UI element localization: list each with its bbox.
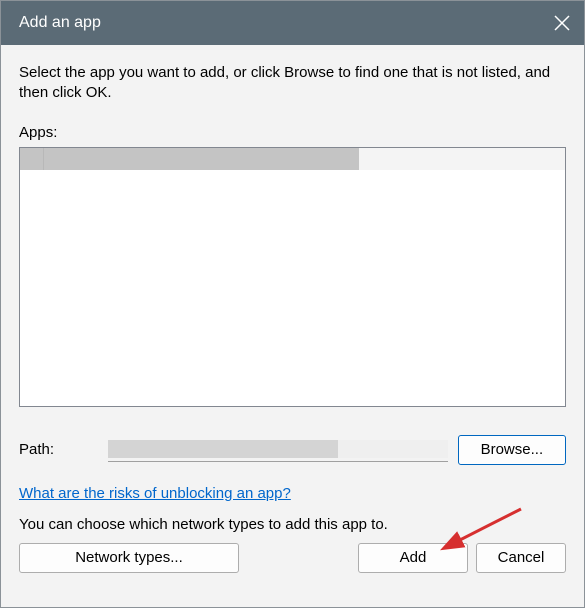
dialog-window: Add an app Select the app you want to ad… <box>0 0 585 608</box>
list-item[interactable] <box>20 148 565 170</box>
path-label: Path: <box>19 441 98 458</box>
path-row: Path: Browse... <box>19 435 566 465</box>
network-types-text: You can choose which network types to ad… <box>19 516 566 533</box>
window-title: Add an app <box>19 14 101 32</box>
close-icon <box>554 15 570 31</box>
button-row: Network types... Add Cancel <box>19 543 566 587</box>
apps-label: Apps: <box>19 124 566 141</box>
titlebar: Add an app <box>1 1 584 45</box>
path-placeholder <box>338 440 448 458</box>
browse-button[interactable]: Browse... <box>458 435 566 465</box>
apps-listbox[interactable] <box>19 147 566 407</box>
risks-link[interactable]: What are the risks of unblocking an app? <box>19 485 291 502</box>
app-name-placeholder <box>44 148 184 170</box>
cancel-button[interactable]: Cancel <box>476 543 566 573</box>
path-placeholder <box>108 440 338 458</box>
close-button[interactable] <box>554 15 570 31</box>
instruction-text: Select the app you want to add, or click… <box>19 63 566 104</box>
path-input[interactable] <box>108 438 448 462</box>
app-cell-placeholder <box>359 148 565 170</box>
add-button[interactable]: Add <box>358 543 468 573</box>
network-types-button[interactable]: Network types... <box>19 543 239 573</box>
app-icon-placeholder <box>20 148 44 170</box>
app-cell-placeholder <box>184 148 359 170</box>
dialog-body: Select the app you want to add, or click… <box>1 45 584 607</box>
